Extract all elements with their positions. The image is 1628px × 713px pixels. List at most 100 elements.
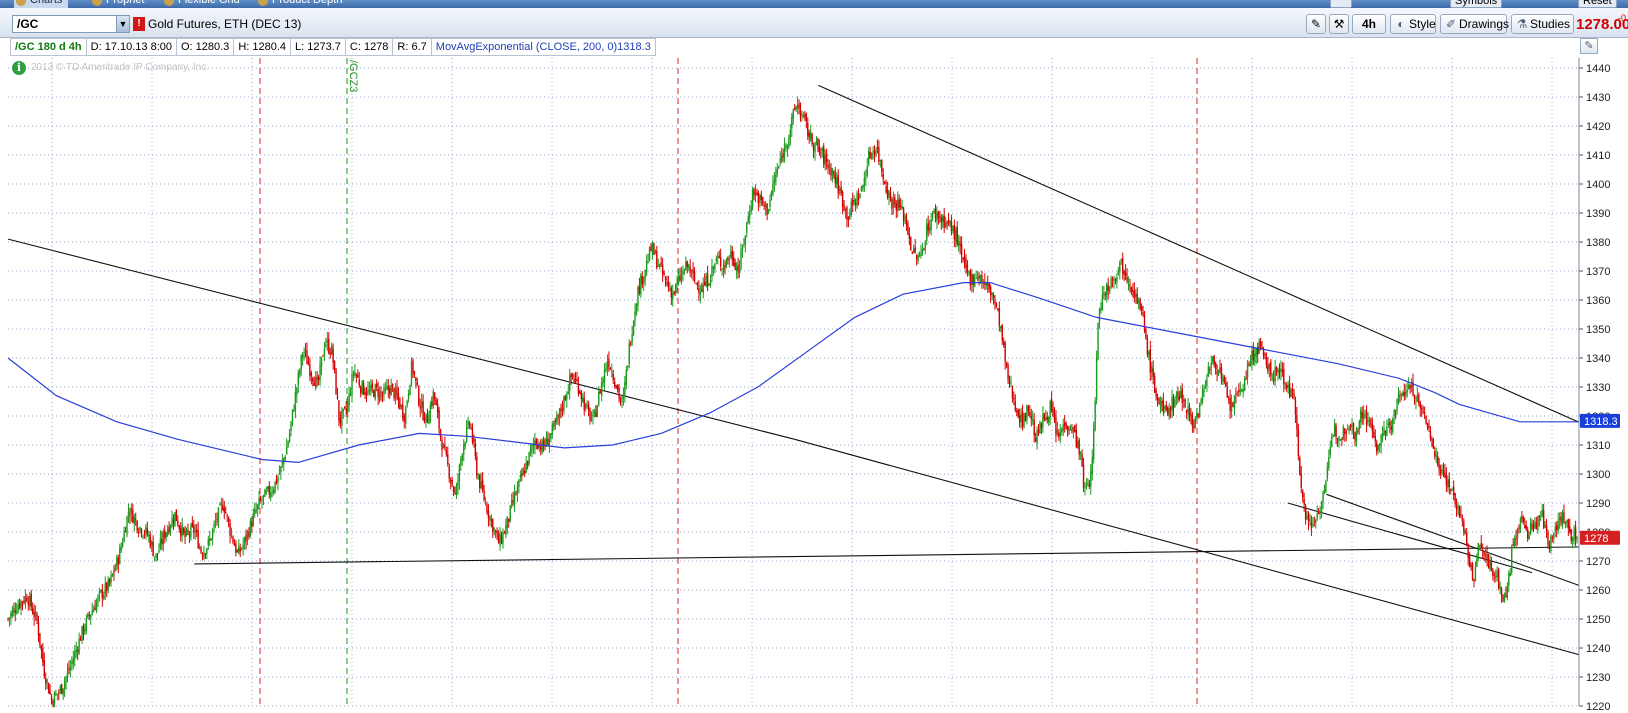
candle-body <box>824 154 826 166</box>
candle-body <box>860 186 863 192</box>
candle-body <box>628 343 630 365</box>
candle-body <box>1243 378 1246 391</box>
candle-body <box>1108 289 1111 292</box>
candle-body <box>55 693 57 695</box>
candle-body <box>653 243 655 255</box>
candle-body <box>714 264 716 270</box>
info-study[interactable]: MovAvgExponential (CLOSE, 200, 0)1318.3 <box>432 39 655 55</box>
candle-body <box>436 404 439 413</box>
candle-body <box>351 374 353 396</box>
candle-body <box>1349 424 1352 427</box>
candle-body <box>1522 517 1525 523</box>
candle-body <box>1114 278 1117 280</box>
candle-body <box>1077 440 1079 449</box>
candle-body <box>315 376 317 389</box>
candle-body <box>836 177 838 185</box>
candle-body <box>911 252 913 254</box>
candle-body <box>264 489 266 497</box>
candle-body <box>146 528 149 535</box>
candle-body <box>278 473 281 475</box>
candle-body <box>1027 406 1030 412</box>
candle-body <box>251 521 253 527</box>
candle-body <box>1474 567 1477 582</box>
candle-body <box>698 288 700 293</box>
trend-line <box>194 545 1617 565</box>
chart-settings-icon[interactable]: ✎ <box>1580 38 1598 54</box>
candle-body <box>582 397 584 402</box>
candle-body <box>280 466 282 473</box>
candle-body <box>1561 512 1564 522</box>
candle-body <box>1445 474 1448 486</box>
info-high: H: 1280.4 <box>234 39 292 55</box>
candle-body <box>898 199 900 208</box>
candle-body <box>509 505 511 523</box>
candle-body <box>795 106 797 110</box>
candle-body <box>910 237 912 250</box>
candle-body <box>952 227 954 231</box>
candle-body <box>1381 433 1384 438</box>
candle-body <box>209 538 211 542</box>
candle-body <box>1201 389 1204 402</box>
candle-body <box>937 212 940 219</box>
candle-body <box>894 197 896 204</box>
candle-body <box>1039 421 1041 434</box>
candle-body <box>1066 426 1069 431</box>
candle-body <box>220 503 223 506</box>
candle-body <box>1146 338 1149 355</box>
candle-body <box>744 235 747 245</box>
candle-body <box>962 258 964 260</box>
candle-body <box>847 217 850 219</box>
candle-body <box>463 444 465 455</box>
candle-body <box>316 377 318 379</box>
candle-body <box>74 651 76 660</box>
candle-body <box>444 444 446 448</box>
candle-body <box>667 281 670 288</box>
trend-lines[interactable] <box>7 84 1628 669</box>
candle-body <box>1286 384 1288 389</box>
price-tick-label: 1350 <box>1586 324 1610 336</box>
price-chart[interactable]: /GCZ3 1440 1430 1420 1410 1400 1390 1380 1370 13… <box>0 0 1628 713</box>
candle-body <box>863 178 866 187</box>
candle-body <box>233 544 236 546</box>
candle-body <box>307 361 310 365</box>
candle-body <box>1556 525 1558 531</box>
candle-body <box>1196 413 1198 418</box>
candle-body <box>1505 594 1507 597</box>
candle-body <box>1155 390 1157 397</box>
candle-body <box>142 535 144 537</box>
candle-body <box>1203 388 1205 393</box>
candle-body <box>843 204 845 211</box>
candle-body <box>979 275 982 278</box>
candle-body <box>1421 407 1423 410</box>
candle-body <box>763 204 765 206</box>
candle-body <box>1309 519 1311 521</box>
candle-body <box>1553 533 1555 539</box>
candle-body <box>683 271 686 273</box>
candle-body <box>1434 451 1436 457</box>
candle-body <box>1415 401 1417 403</box>
candle-body <box>306 350 308 365</box>
candle-body <box>924 242 927 249</box>
candle-body <box>1021 411 1024 427</box>
candle-body <box>1164 407 1166 409</box>
candle-body <box>625 369 628 385</box>
candle-body <box>1156 397 1159 400</box>
candle-body <box>429 405 432 421</box>
candle-body <box>780 155 783 162</box>
candle-body <box>627 365 629 368</box>
candle-body <box>769 199 771 208</box>
candle-body <box>1476 555 1478 567</box>
info-icon[interactable]: i <box>12 61 26 75</box>
candle-body <box>516 486 519 495</box>
candle-body <box>1521 516 1523 518</box>
candle-body <box>558 408 561 419</box>
candle-body <box>24 596 27 604</box>
candle-body <box>71 661 73 664</box>
candle-body <box>1502 594 1504 601</box>
candle-body <box>1518 528 1520 530</box>
candle-body <box>590 418 593 420</box>
candle-body <box>1071 429 1073 431</box>
candle-body <box>587 404 590 411</box>
candle-body <box>175 509 178 522</box>
candle-body <box>1451 489 1453 491</box>
